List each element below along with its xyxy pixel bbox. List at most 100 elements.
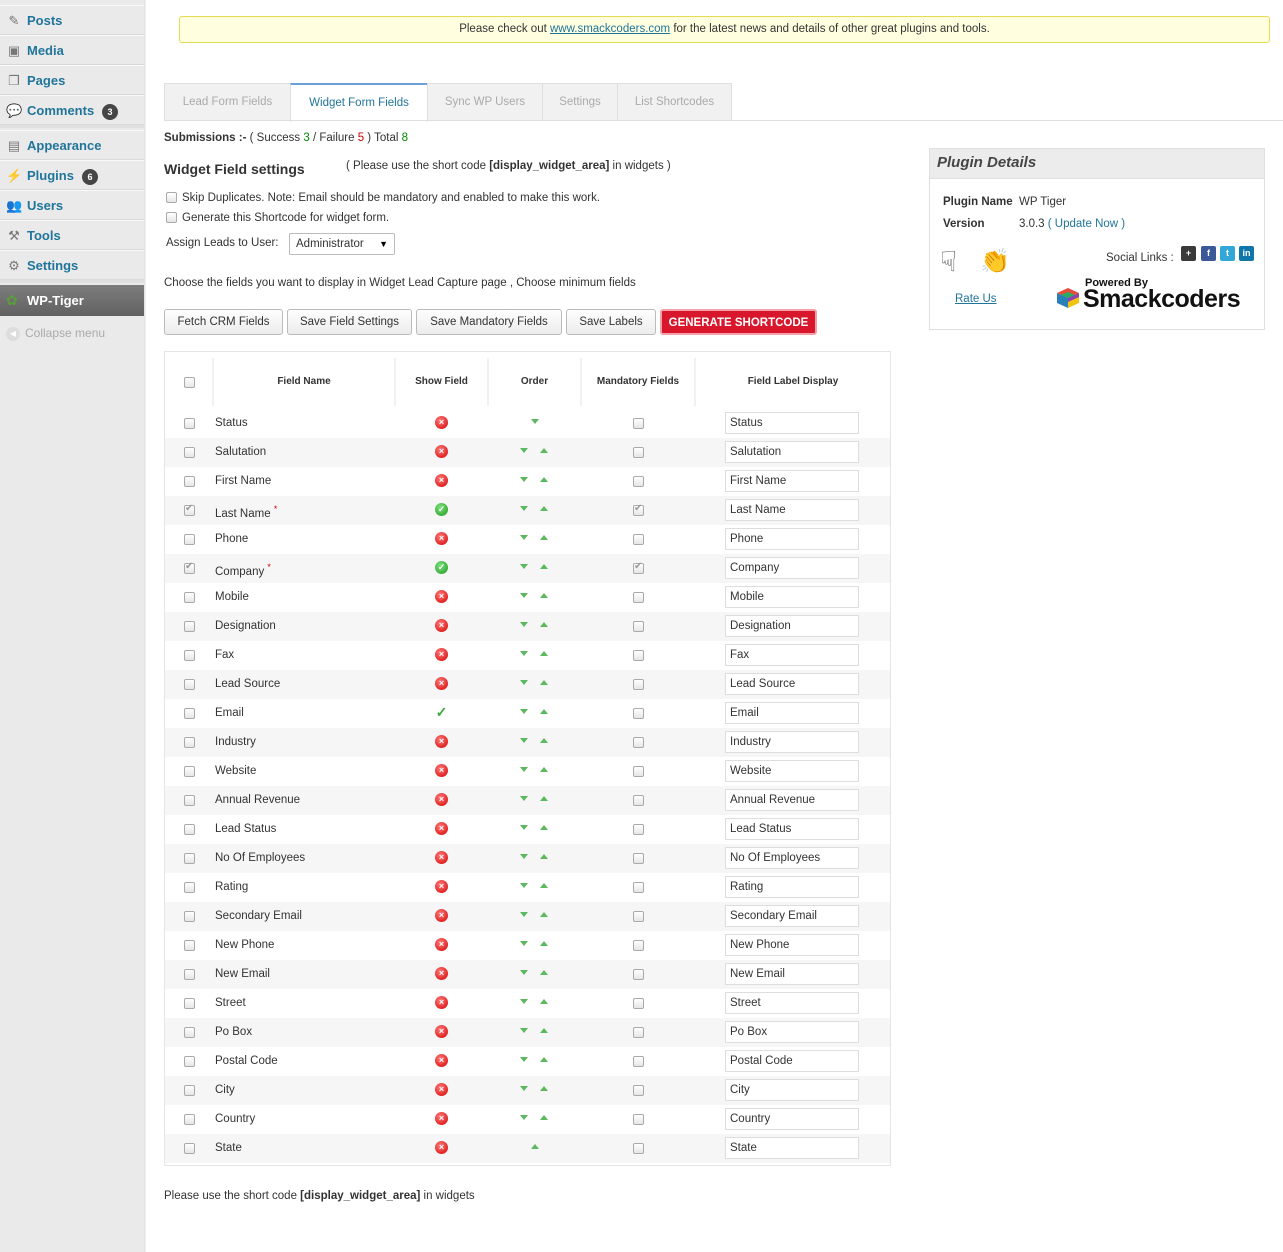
row-select-checkbox[interactable] [184,911,195,922]
row-select-checkbox[interactable] [184,766,195,777]
disabled-x-icon[interactable]: × [435,648,448,661]
mandatory-checkbox[interactable] [633,737,644,748]
row-select-checkbox[interactable] [184,534,195,545]
move-down-icon[interactable] [520,970,528,975]
move-up-icon[interactable] [540,709,548,714]
move-up-icon[interactable] [540,883,548,888]
disabled-x-icon[interactable]: × [435,880,448,893]
mandatory-checkbox[interactable] [633,534,644,545]
skip-duplicates-checkbox[interactable] [166,192,177,204]
mandatory-checkbox[interactable] [633,824,644,835]
tab-list-shortcodes[interactable]: List Shortcodes [617,83,732,120]
row-select-checkbox[interactable] [184,561,195,574]
collapse-menu[interactable]: ◀ Collapse menu [6,326,105,341]
mandatory-checkbox[interactable] [633,650,644,661]
mandatory-checkbox[interactable] [633,853,644,864]
field-label-input[interactable]: State [725,1137,859,1159]
smackcoders-logo[interactable]: Powered By Smackcoders [1055,277,1255,317]
mandatory-checkbox[interactable] [633,1085,644,1096]
move-down-icon[interactable] [520,796,528,801]
mandatory-checkbox[interactable] [633,1027,644,1038]
move-up-icon[interactable] [540,912,548,917]
smackcoders-link[interactable]: www.smackcoders.com [550,23,670,35]
move-up-icon[interactable] [540,738,548,743]
disabled-x-icon[interactable]: × [435,735,448,748]
disabled-x-icon[interactable]: × [435,851,448,864]
disabled-x-icon[interactable]: × [435,764,448,777]
move-down-icon[interactable] [520,1028,528,1033]
row-select-checkbox[interactable] [184,708,195,719]
mandatory-checkbox[interactable] [633,911,644,922]
mandatory-checkbox[interactable] [633,882,644,893]
disabled-x-icon[interactable]: × [435,1083,448,1096]
sidebar-item-settings[interactable]: ⚙ Settings [0,250,145,280]
field-label-input[interactable]: Postal Code [725,1050,859,1072]
mandatory-checkbox[interactable] [633,447,644,458]
move-down-icon[interactable] [520,651,528,656]
mandatory-checkbox[interactable] [633,708,644,719]
row-select-checkbox[interactable] [184,853,195,864]
row-select-checkbox[interactable] [184,940,195,951]
move-down-icon[interactable] [520,622,528,627]
row-select-checkbox[interactable] [184,418,195,429]
disabled-x-icon[interactable]: × [435,793,448,806]
disabled-x-icon[interactable]: × [435,1141,448,1154]
move-up-icon[interactable] [540,506,548,511]
row-select-checkbox[interactable] [184,476,195,487]
row-select-checkbox[interactable] [184,503,195,516]
move-up-icon[interactable] [540,1057,548,1062]
tab-sync-wp-users[interactable]: Sync WP Users [427,83,543,120]
save-field-settings-button[interactable]: Save Field Settings [287,309,412,335]
move-up-icon[interactable] [540,796,548,801]
field-label-input[interactable]: Country [725,1108,859,1130]
field-label-input[interactable]: Salutation [725,441,859,463]
disabled-x-icon[interactable]: × [435,996,448,1009]
move-up-icon[interactable] [540,999,548,1004]
disabled-x-icon[interactable]: × [435,532,448,545]
disabled-x-icon[interactable]: × [435,677,448,690]
disabled-x-icon[interactable]: × [435,822,448,835]
sidebar-item-appearance[interactable]: ▤ Appearance [0,130,145,160]
move-down-icon[interactable] [520,999,528,1004]
enabled-check-icon[interactable]: ✓ [435,503,448,516]
move-up-icon[interactable] [540,651,548,656]
move-down-icon[interactable] [531,419,539,424]
google-plus-icon[interactable]: + [1181,246,1196,261]
sidebar-item-posts[interactable]: ✎ Posts [0,5,145,35]
field-label-input[interactable]: Last Name [725,499,859,521]
move-up-icon[interactable] [540,970,548,975]
row-select-checkbox[interactable] [184,998,195,1009]
row-select-checkbox[interactable] [184,795,195,806]
move-down-icon[interactable] [520,535,528,540]
save-mandatory-fields-button[interactable]: Save Mandatory Fields [416,309,562,335]
move-up-icon[interactable] [540,448,548,453]
rate-us-link[interactable]: Rate Us [955,293,997,305]
field-label-input[interactable]: Website [725,760,859,782]
mandatory-checkbox[interactable] [633,1114,644,1125]
move-up-icon[interactable] [531,1144,539,1149]
row-select-checkbox[interactable] [184,1027,195,1038]
move-down-icon[interactable] [520,477,528,482]
mandatory-checkbox[interactable] [633,418,644,429]
move-up-icon[interactable] [540,477,548,482]
row-select-checkbox[interactable] [184,592,195,603]
disabled-x-icon[interactable]: × [435,1025,448,1038]
tab-lead-form-fields[interactable]: Lead Form Fields [164,83,291,120]
disabled-x-icon[interactable]: × [435,474,448,487]
checkmark-icon[interactable]: ✓ [435,705,448,719]
move-down-icon[interactable] [520,1086,528,1091]
move-down-icon[interactable] [520,564,528,569]
field-label-input[interactable]: Company [725,557,859,579]
mandatory-checkbox[interactable] [633,795,644,806]
move-down-icon[interactable] [520,912,528,917]
field-label-input[interactable]: Industry [725,731,859,753]
move-up-icon[interactable] [540,767,548,772]
row-select-checkbox[interactable] [184,1056,195,1067]
assign-user-select[interactable]: Administrator ▼ [289,233,395,255]
move-down-icon[interactable] [520,506,528,511]
field-label-input[interactable]: New Email [725,963,859,985]
move-up-icon[interactable] [540,1028,548,1033]
sidebar-item-pages[interactable]: ❐ Pages [0,65,145,95]
disabled-x-icon[interactable]: × [435,590,448,603]
row-select-checkbox[interactable] [184,882,195,893]
